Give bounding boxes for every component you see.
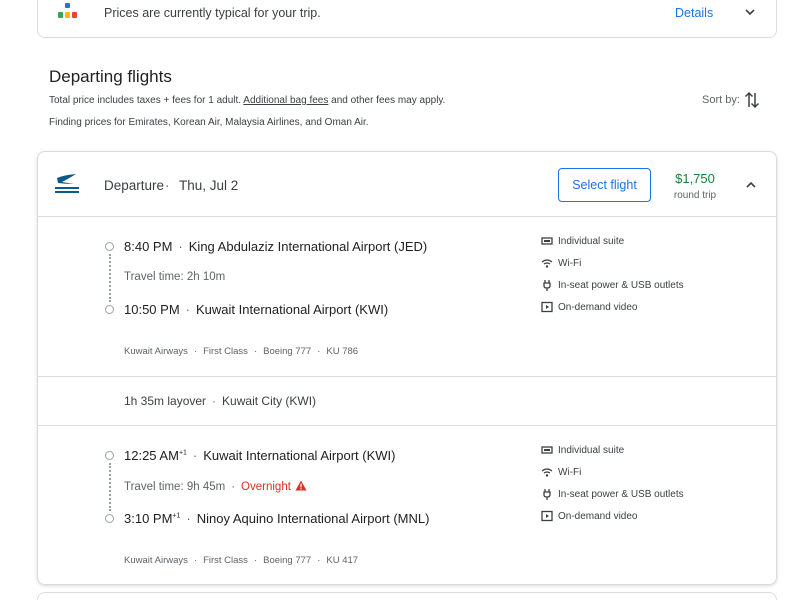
layover-city: Kuwait City (KWI) <box>222 394 317 408</box>
price-type: round trip <box>673 190 717 201</box>
route-line <box>109 254 111 302</box>
day-offset: +1 <box>178 449 187 457</box>
arrival-row: 3:10 PM+1 · Ninoy Aquino International Air… <box>124 511 429 526</box>
section-title: Departing flights <box>49 67 172 86</box>
departure-date: Thu, Jul 2 <box>179 178 239 193</box>
separator: · <box>253 555 258 566</box>
separator: · <box>178 239 183 254</box>
separator: · <box>165 178 170 193</box>
airline-name: Kuwait Airways <box>124 346 188 357</box>
separator: · <box>193 555 198 566</box>
overnight-label: Overnight <box>241 481 291 493</box>
video-icon <box>541 301 553 313</box>
layover-info: 1h 35m layover · Kuwait City (KWI) <box>124 394 316 408</box>
travel-time-text: Travel time: 2h 10m <box>124 271 226 283</box>
price-note-prefix: Total price includes taxes + fees for 1 … <box>49 95 244 106</box>
amenity-label: On-demand video <box>558 511 638 522</box>
amenity-label: Wi-Fi <box>558 258 582 269</box>
wifi-icon <box>541 468 553 477</box>
separator: · <box>317 346 321 357</box>
arrival-row: 10:50 PM · Kuwait International Airport (K… <box>124 302 388 317</box>
separator: · <box>212 394 217 408</box>
departure-label: Departure <box>104 178 165 193</box>
cabin-class: First Class <box>203 555 248 566</box>
video-icon <box>541 510 553 522</box>
travel-time: Travel time: 2h 10m <box>124 271 225 283</box>
amenity-label: On-demand video <box>558 302 638 313</box>
sort-icon[interactable] <box>743 90 761 110</box>
flight-number: KU 786 <box>326 346 359 357</box>
arrival-time: 3:10 PM <box>124 511 173 526</box>
arrival-stop-dot <box>105 305 114 314</box>
sort-label: Sort by: <box>702 94 740 106</box>
finding-prices-note: Finding prices for Emirates, Korean Air,… <box>49 117 369 128</box>
chevron-up-icon[interactable] <box>744 178 758 192</box>
arrival-airport: Kuwait International Airport (KWI) <box>196 302 389 317</box>
price-note-suffix: and other fees may apply. <box>328 95 446 106</box>
bag-fees-link[interactable]: Additional bag fees <box>243 95 328 106</box>
departure-stop-dot <box>105 242 114 251</box>
separator: · <box>231 481 236 493</box>
arrival-time: 10:50 PM <box>124 302 180 317</box>
power-plug-icon <box>543 489 551 500</box>
separator: · <box>192 448 198 463</box>
flight-card: Departure · Thu, Jul 2 Select flight $1,… <box>37 151 777 585</box>
amenity-label: Individual suite <box>558 236 625 247</box>
amenity-label: In-seat power & USB outlets <box>558 280 684 291</box>
departure-row: 12:25 AM+1 · Kuwait International Airport … <box>124 448 395 463</box>
details-link[interactable]: Details <box>675 6 713 20</box>
seat-icon <box>541 237 553 245</box>
separator: · <box>193 346 198 357</box>
departure-airport: Kuwait International Airport (KWI) <box>203 448 396 463</box>
departure-time: 12:25 AM <box>124 448 179 463</box>
price-insight-card[interactable]: Prices are currently typical for your tr… <box>37 0 777 38</box>
separator: · <box>185 302 190 317</box>
warning-icon <box>295 480 307 491</box>
airline-name: Kuwait Airways <box>124 555 188 566</box>
price: $1,750 <box>675 171 715 186</box>
aircraft: Boeing 777 <box>263 555 312 566</box>
flight-leg: 12:25 AM+1 · Kuwait International Airport … <box>38 426 776 584</box>
separator: · <box>317 555 321 566</box>
price-insight-text: Prices are currently typical for your tr… <box>104 6 321 20</box>
layover-row: 1h 35m layover · Kuwait City (KWI) <box>38 376 776 426</box>
aircraft: Boeing 777 <box>263 346 312 357</box>
route-line <box>109 463 111 511</box>
flight-leg: 8:40 PM · King Abdulaziz International Air… <box>38 217 776 376</box>
flight-details: Kuwait Airways · First Class · Boeing 777 · KU… <box>124 555 358 566</box>
amenity-label: Individual suite <box>558 445 625 456</box>
amenity-label: In-seat power & USB outlets <box>558 489 684 500</box>
cabin-class: First Class <box>203 346 248 357</box>
separator: · <box>253 346 258 357</box>
travel-time-text: Travel time: 9h 45m <box>124 481 226 493</box>
wifi-icon <box>541 259 553 268</box>
chevron-down-icon[interactable] <box>743 5 757 19</box>
next-flight-card[interactable] <box>37 592 777 600</box>
select-flight-button[interactable]: Select flight <box>558 168 651 202</box>
departure-airport: King Abdulaziz International Airport (JE… <box>188 239 428 254</box>
separator: · <box>186 511 191 526</box>
flight-number: KU 417 <box>326 555 359 566</box>
flight-card-header[interactable]: Departure · Thu, Jul 2 Select flight $1,… <box>38 152 776 217</box>
departure-stop-dot <box>105 451 114 460</box>
airline-logo <box>55 174 79 193</box>
power-plug-icon <box>543 280 551 291</box>
price-note: Total price includes taxes + fees for 1 … <box>49 95 445 106</box>
price-insight-icon <box>58 3 77 18</box>
flight-details: Kuwait Airways · First Class · Boeing 777 · KU… <box>124 346 358 357</box>
arrival-airport: Ninoy Aquino International Airport (MNL) <box>196 511 430 526</box>
amenity-label: Wi-Fi <box>558 467 582 478</box>
departure-time: 8:40 PM <box>124 239 173 254</box>
layover-duration: 1h 35m layover <box>124 394 207 408</box>
travel-time: Travel time: 9h 45m · Overnight <box>124 480 307 493</box>
arrival-stop-dot <box>105 514 114 523</box>
seat-icon <box>541 446 553 454</box>
departure-row: 8:40 PM · King Abdulaziz International Air… <box>124 239 427 254</box>
